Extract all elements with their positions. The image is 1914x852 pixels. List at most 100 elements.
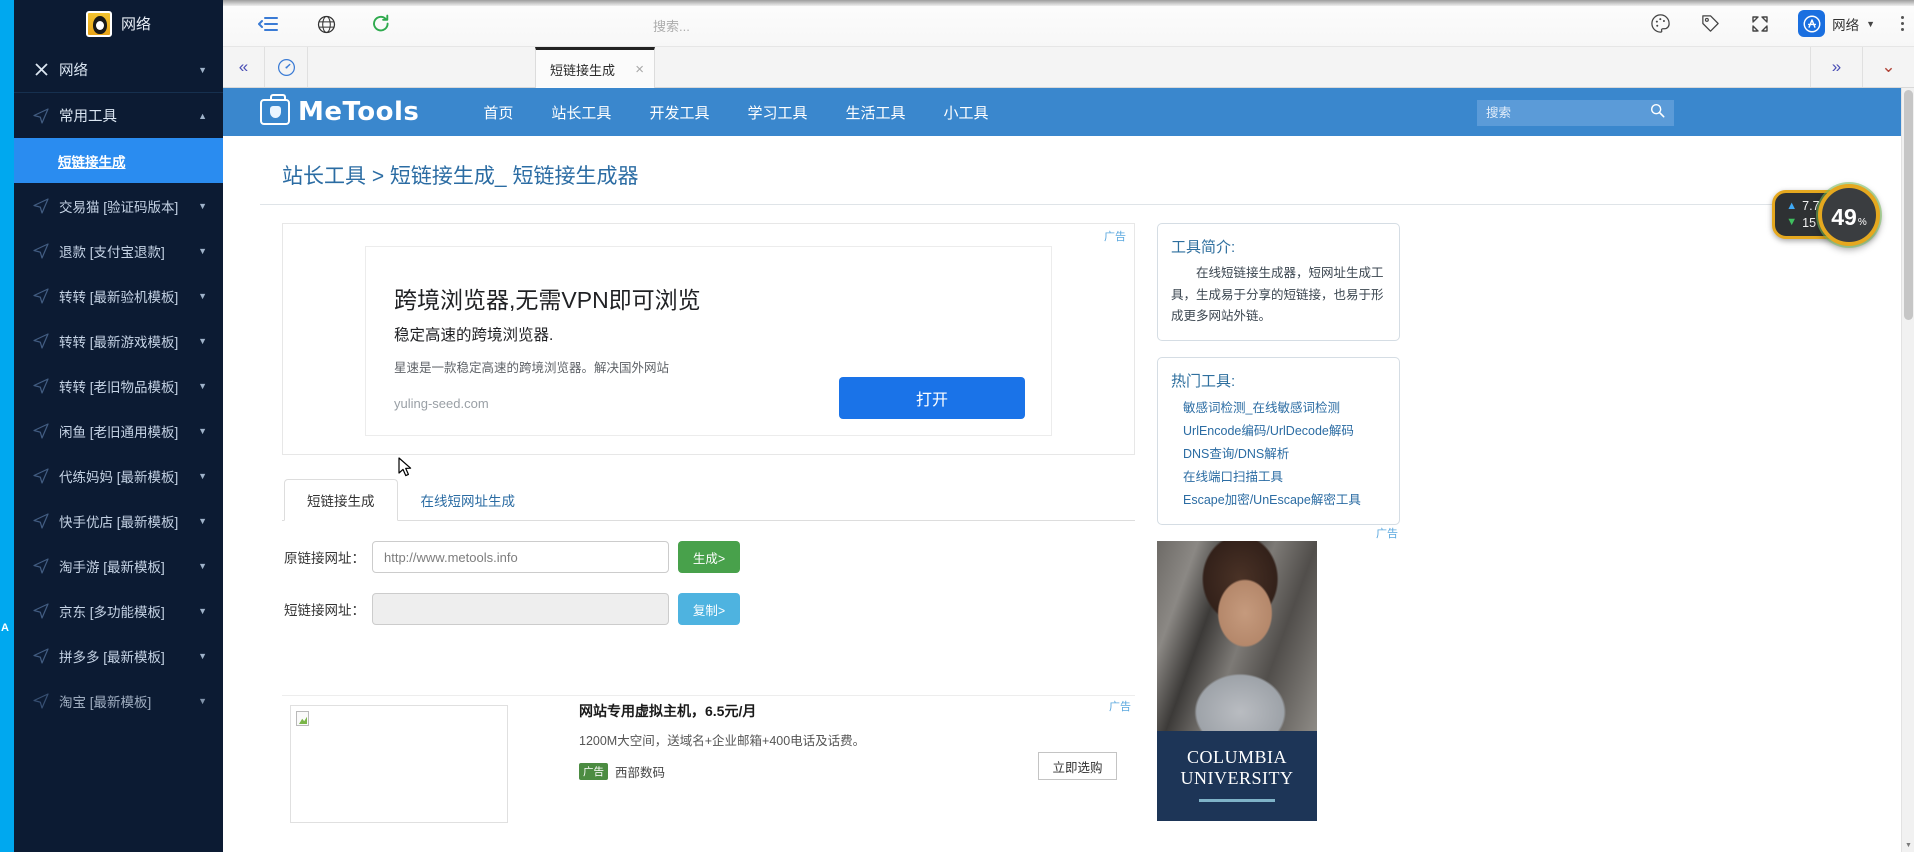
sidebar-item-kuaishou[interactable]: 快手优店 [最新模板] ▼ [14,498,223,543]
scroll-down-icon[interactable]: ▼ [1902,839,1914,852]
plane-icon [32,243,50,259]
sidebar-item-label: 短链接生成 [58,151,207,171]
close-icon[interactable]: × [635,61,644,78]
plane-icon [32,198,50,214]
tab-dropdown-icon[interactable]: ⌄ [1862,47,1914,87]
nav-item-study-tools[interactable]: 学习工具 [747,102,807,123]
ad-url: yuling-seed.com [394,396,489,411]
network-speed-widget[interactable]: ▲ 7.7 K/s ▼ 15 K/s 49 % [1772,190,1876,239]
sidebar-item-zhuanzhuan-old[interactable]: 转转 [老旧物品模板] ▼ [14,363,223,408]
panel-tool-intro: 工具简介: 在线短链接生成器，短网址生成工具，生成易于分享的短链接，也易于形成更… [1157,223,1400,341]
form-row-original-url: 原链接网址： 生成> [282,541,1135,573]
original-url-input[interactable] [372,541,669,573]
left-edge-strip [0,0,14,852]
scrollbar-thumb[interactable] [1904,90,1913,320]
reload-icon[interactable] [368,11,394,37]
nav-item-webmaster-tools[interactable]: 站长工具 [551,102,611,123]
sidebar-item-label: 代练妈妈 [最新模板] [59,466,198,486]
sidebar-item-zhuanzhuan-yanji[interactable]: 转转 [最新验机模板] ▼ [14,273,223,318]
plane-icon [32,693,50,709]
short-url-input[interactable] [372,593,669,625]
sidebar-item-dailianmama[interactable]: 代练妈妈 [最新模板] ▼ [14,453,223,498]
avatar [86,11,112,37]
ad-subtitle: 1200M大空间，送域名+企业邮箱+400电话及话费。 [579,730,865,749]
page-scrollbar[interactable]: ▲ ▼ [1901,88,1914,852]
sidebar-item-label: 转转 [老旧物品模板] [59,376,198,396]
breadcrumb-text[interactable]: 站长工具 > 短链接生成_ 短链接生成器 [282,165,638,188]
page-body: 站长工具 > 短链接生成_ 短链接生成器 广告 跨境浏览器,无需VPN即可浏览 … [223,136,1914,821]
chrome-search-placeholder[interactable]: 搜索... [653,16,690,35]
hot-link-sensitive-word[interactable]: 敏感词检测_在线敏感词检测 [1171,397,1386,420]
sidebar-item-common-tools[interactable]: 常用工具 ▲ [14,93,223,138]
hot-link-urlencode[interactable]: UrlEncode编码/UrlDecode解码 [1171,420,1386,443]
ad-badge: 广告 [579,763,608,780]
cpu-usage-dial: 49 % [1818,184,1880,246]
sidebar-item-xianyu[interactable]: 闲鱼 [老旧通用模板] ▼ [14,408,223,453]
nav-item-home[interactable]: 首页 [483,102,513,123]
ad-image-placeholder [290,705,508,823]
nav-item-life-tools[interactable]: 生活工具 [845,102,905,123]
arrow-down-icon: ▼ [1786,215,1797,230]
sidebar-toggle-icon[interactable] [255,11,281,37]
sidebar-item-jingdong[interactable]: 京东 [多功能模板] ▼ [14,588,223,633]
tab-dropdown-label: ⌄ [1881,57,1895,77]
top-ad-banner[interactable]: 广告 跨境浏览器,无需VPN即可浏览 稳定高速的跨境浏览器. 星速是一款稳定高速… [282,223,1135,455]
site-logo[interactable]: MeTools [260,97,419,127]
browser-chrome: 搜索... 网络 ▼ [223,0,1914,47]
original-url-label: 原链接网址： [284,547,372,567]
breadcrumb: 站长工具 > 短链接生成_ 短链接生成器 [260,136,1859,205]
chrome-right-tools: 网络 ▼ [1648,10,1904,37]
hot-link-escape[interactable]: Escape加密/UnEscape解密工具 [1171,489,1386,512]
expand-tabs-icon[interactable]: » [1810,47,1862,87]
hot-link-dns[interactable]: DNS查询/DNS解析 [1171,443,1386,466]
ad-open-button[interactable]: 打开 [839,377,1025,419]
chevron-down-icon: ▼ [198,696,207,706]
bottom-ad-banner[interactable]: 广告 网站专用虚拟主机，6.5元/月 1200M大空间，送域名+企业邮箱+400… [282,695,1135,820]
hot-link-port-scan[interactable]: 在线端口扫描工具 [1171,466,1386,489]
sidebar-item-jiaoyimao[interactable]: 交易猫 [验证码版本] ▼ [14,183,223,228]
globe-icon[interactable] [313,11,339,37]
collapse-left-icon[interactable]: « [223,47,265,87]
app-sidebar: 网络 网络 ▼ 常用工具 ▲ 短链接生成 交易猫 [验证码版本] ▼ [14,0,223,852]
chevron-down-icon: ▼ [1866,19,1875,29]
tab-online-short-url[interactable]: 在线短网址生成 [398,479,539,521]
ad-underline [1199,799,1275,802]
sidebar-item-taobao[interactable]: 淘宝 [最新模板] ▼ [14,678,223,723]
plane-icon [32,558,50,574]
sidebar-item-label: 京东 [多功能模板] [59,601,198,621]
brand-name: MeTools [298,97,419,127]
tab-short-link-gen[interactable]: 短链接生成 [284,479,398,521]
sidebar-item-short-link[interactable]: 短链接生成 [14,138,223,183]
more-vertical-icon[interactable] [1901,16,1904,31]
sidebar-item-label: 网络 [59,59,198,80]
page-viewport: MeTools 首页 站长工具 开发工具 学习工具 生活工具 小工具 站长工具 … [223,88,1914,852]
side-ad-caption: COLUMBIA UNIVERSITY [1157,731,1317,821]
nav-item-dev-tools[interactable]: 开发工具 [649,102,709,123]
sidebar-item-taoshouyou[interactable]: 淘手游 [最新模板] ▼ [14,543,223,588]
nav-item-gadgets[interactable]: 小工具 [943,102,988,123]
speedometer-icon[interactable] [266,47,308,87]
side-ad[interactable]: 广告 COLUMBIA UNIVERSITY [1157,541,1400,821]
toolbox-icon [260,99,290,125]
tag-icon[interactable] [1698,12,1722,36]
search-icon[interactable] [1650,103,1665,123]
tab-label: 短链接生成 [550,60,615,79]
close-x-icon [32,62,50,77]
tab-short-link[interactable]: 短链接生成 × [535,47,655,88]
fullscreen-icon[interactable] [1748,12,1772,36]
site-search-input[interactable] [1486,106,1650,120]
generate-button[interactable]: 生成> [678,541,740,573]
tool-tabstrip: 短链接生成 在线短网址生成 [282,479,1135,521]
sidebar-item-network[interactable]: 网络 ▼ [14,47,223,92]
account-menu[interactable]: 网络 ▼ [1798,10,1875,37]
sidebar-item-refund[interactable]: 退款 [支付宝退款] ▼ [14,228,223,273]
arrow-up-icon: ▲ [1786,199,1797,214]
palette-icon[interactable] [1648,12,1672,36]
site-navbar: MeTools 首页 站长工具 开发工具 学习工具 生活工具 小工具 [223,88,1914,136]
sidebar-account-name: 网络 [121,13,151,34]
sidebar-item-zhuanzhuan-game[interactable]: 转转 [最新游戏模板] ▼ [14,318,223,363]
ad-buy-button[interactable]: 立即选购 [1038,752,1117,780]
ad-title: 网站专用虚拟主机，6.5元/月 [579,701,756,721]
copy-button[interactable]: 复制> [678,593,740,625]
sidebar-item-pinduoduo[interactable]: 拼多多 [最新模板] ▼ [14,633,223,678]
